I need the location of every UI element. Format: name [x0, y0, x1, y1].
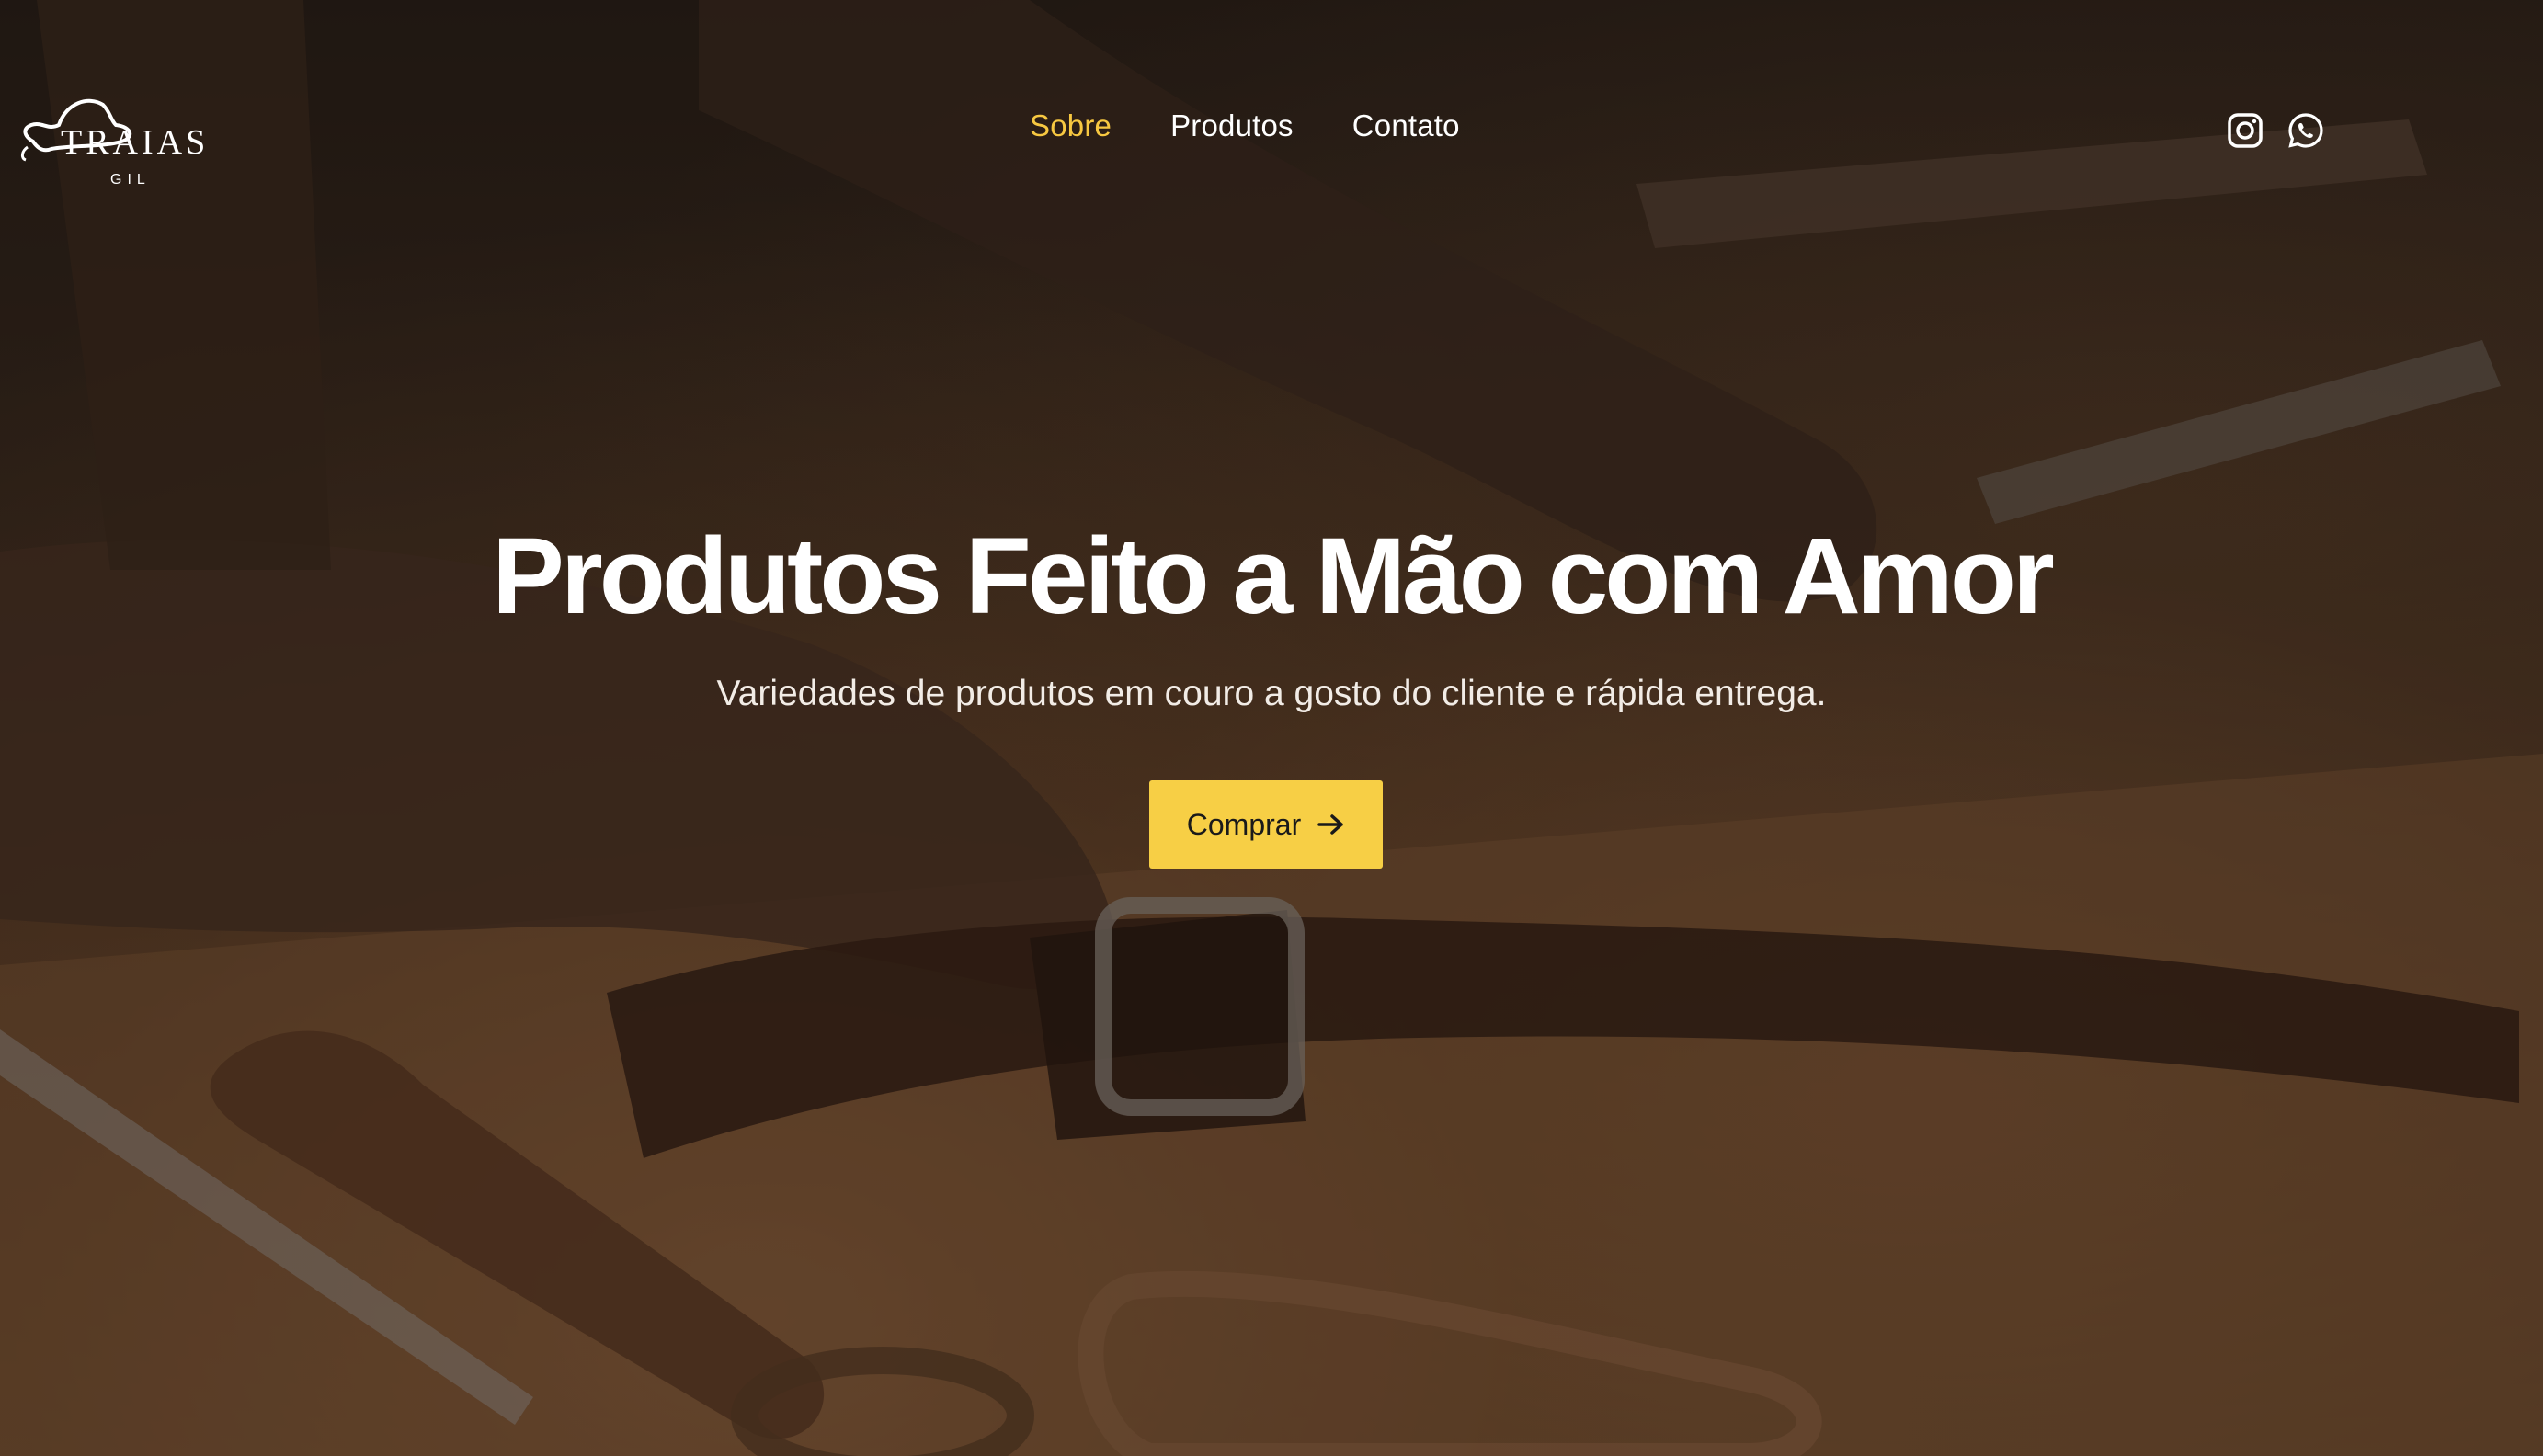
- nav-item-sobre[interactable]: Sobre: [1030, 108, 1112, 143]
- whatsapp-icon[interactable]: [2287, 112, 2324, 149]
- hero-title: Produtos Feito a Mão com Amor: [492, 516, 2055, 637]
- arrow-right-icon: [1317, 814, 1343, 835]
- main-nav: Sobre Produtos Contato: [1030, 108, 1460, 143]
- social-links: [2227, 112, 2324, 149]
- instagram-icon[interactable]: [2227, 112, 2264, 149]
- hero-section: TRAIAS GIL Sobre Produtos Contato Produt…: [0, 0, 2543, 1456]
- hero-dark-overlay: [0, 0, 2543, 1456]
- buy-button-label: Comprar: [1186, 807, 1302, 841]
- nav-item-produtos[interactable]: Produtos: [1170, 108, 1294, 143]
- brand-logo[interactable]: TRAIAS GIL: [15, 85, 208, 191]
- svg-text:GIL: GIL: [110, 172, 151, 188]
- nav-item-contato[interactable]: Contato: [1352, 108, 1460, 143]
- hero-subtitle: Variedades de produtos em couro a gosto …: [716, 674, 1827, 713]
- svg-text:TRAIAS: TRAIAS: [61, 123, 208, 162]
- buy-button[interactable]: Comprar: [1149, 780, 1383, 869]
